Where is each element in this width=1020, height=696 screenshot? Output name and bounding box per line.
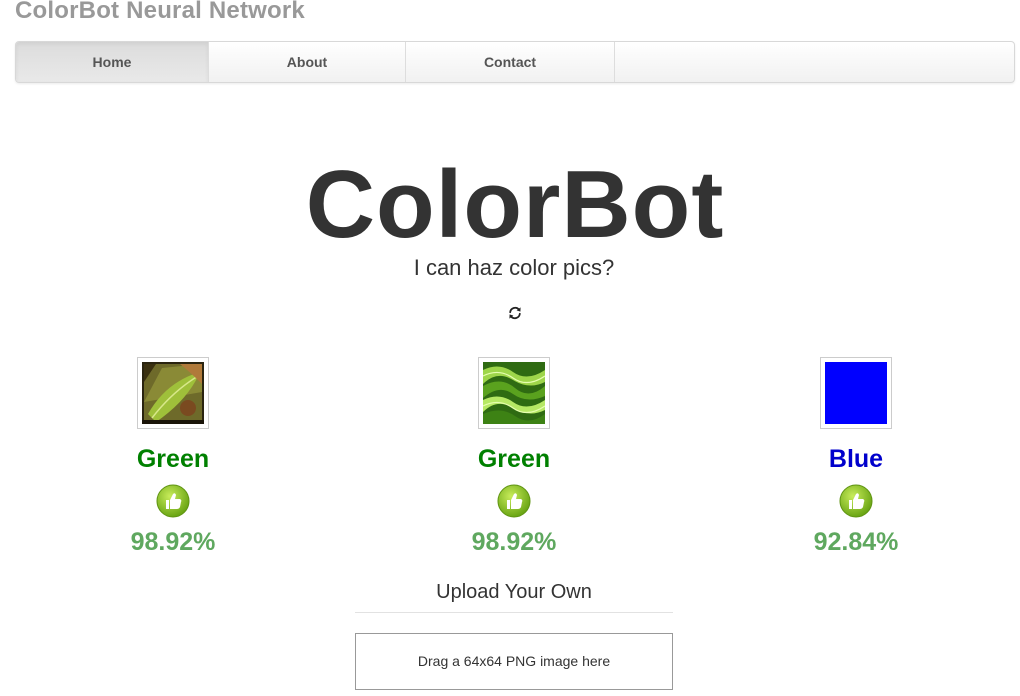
thumbs-up-icon[interactable] <box>497 484 531 518</box>
leaf-photo-image <box>142 362 204 424</box>
result-thumbnail <box>478 357 550 429</box>
upload-divider <box>355 612 673 613</box>
result-thumbnail <box>137 357 209 429</box>
result-thumbnail <box>820 357 892 429</box>
nav-filler <box>615 42 1014 82</box>
refresh-icon[interactable] <box>507 305 523 321</box>
result-confidence: 98.92% <box>130 528 216 556</box>
result-card: Green 98.92% <box>439 357 589 557</box>
result-color-label: Blue <box>828 445 884 473</box>
nav-home[interactable]: Home <box>16 42 209 82</box>
page: ColorBot Neural Network Home About Conta… <box>0 0 1020 696</box>
nav-about[interactable]: About <box>209 42 406 82</box>
result-color-label: Green <box>136 445 210 473</box>
result-confidence: 92.84% <box>813 528 899 556</box>
result-card: Blue 92.84% <box>781 357 931 557</box>
solid-blue-image <box>825 362 887 424</box>
nav-contact[interactable]: Contact <box>406 42 615 82</box>
image-dropzone[interactable]: Drag a 64x64 PNG image here <box>355 633 673 690</box>
green-waves-image <box>483 362 545 424</box>
site-title: ColorBot Neural Network <box>15 0 305 24</box>
navbar: Home About Contact <box>15 41 1015 83</box>
result-color-label: Green <box>477 445 551 473</box>
hero-subtitle: I can haz color pics? <box>413 255 615 280</box>
result-confidence: 98.92% <box>471 528 557 556</box>
hero-title: ColorBot <box>305 151 725 258</box>
upload-title: Upload Your Own <box>436 581 592 603</box>
thumbs-up-icon[interactable] <box>839 484 873 518</box>
result-card: Green 98.92% <box>98 357 248 557</box>
thumbs-up-icon[interactable] <box>156 484 190 518</box>
